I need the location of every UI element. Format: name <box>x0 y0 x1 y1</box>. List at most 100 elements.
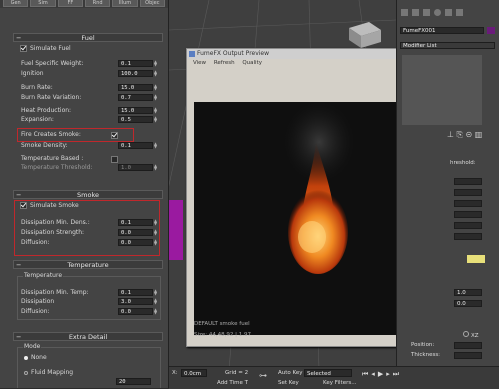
key-mode-icon[interactable]: ⊶ <box>259 371 273 381</box>
dissipation-strength-field[interactable]: 0.0 <box>118 229 153 236</box>
dissipation-field[interactable]: 3.0 <box>118 298 153 305</box>
spinner-icon[interactable]: ▲ ▼ <box>154 219 159 226</box>
coord-x-label: X: <box>172 370 178 376</box>
spinner-icon[interactable]: ▲ ▼ <box>154 107 159 114</box>
object-color-swatch[interactable] <box>487 27 495 34</box>
param-field-5[interactable] <box>454 222 482 229</box>
stack-tool-icons[interactable]: ⊥ ⎘ ⊝ ▥ <box>447 130 482 140</box>
spinner-icon[interactable]: ▲ ▼ <box>154 70 159 77</box>
selected-dropdown[interactable]: Selected <box>304 369 352 377</box>
motion-tab-icon[interactable] <box>434 9 441 16</box>
tab-rnd[interactable]: Rnd <box>84 0 111 7</box>
coord-x-field[interactable]: 0.0cm <box>181 369 207 377</box>
playback-controls[interactable]: ⏮◂▶▸⏭ <box>362 370 402 379</box>
simulate-fuel-label: Simulate Fuel <box>30 45 71 52</box>
spinner-icon[interactable]: ▲ ▼ <box>154 84 159 91</box>
tab-ff[interactable]: FF <box>57 0 83 7</box>
tab-illum[interactable]: Illum <box>112 0 138 7</box>
fire-creates-smoke-row: Fire Creates Smoke: <box>21 131 161 139</box>
iterations-field[interactable]: 20 <box>116 378 151 385</box>
modify-tab-icon[interactable] <box>412 9 419 16</box>
param-field-4[interactable] <box>454 211 482 218</box>
expansion-row: Expansion: 0.5 ▲ ▼ <box>21 116 161 124</box>
burn-rate-variation-field[interactable]: 0.7 <box>118 94 153 101</box>
mode-fluid-mapping-radio[interactable]: Fluid Mapping <box>24 369 164 377</box>
param-field-6[interactable] <box>454 233 482 240</box>
dissipation-strength-label: Dissipation Strength: <box>21 229 85 236</box>
set-key-button[interactable]: Set Key <box>278 380 299 386</box>
dissipation-min-dens-field[interactable]: 0.1 <box>118 219 153 226</box>
param-field-1[interactable] <box>454 178 482 185</box>
menu-refresh[interactable]: Refresh <box>214 60 235 66</box>
collapse-icon: − <box>16 261 22 269</box>
menu-quality[interactable]: Quality <box>242 60 262 66</box>
grid-label: Grid = 2 <box>225 370 249 376</box>
modifier-list-dropdown[interactable]: Modifier List <box>400 42 495 49</box>
tab-sim[interactable]: Sim <box>30 0 56 7</box>
fuel-specific-weight-field[interactable]: 0.1 <box>118 60 153 67</box>
collapse-icon: − <box>16 191 22 199</box>
param-value-2[interactable]: 0.0 <box>454 300 482 307</box>
mode-group-label: Mode <box>23 343 42 351</box>
smoke-diffusion-field[interactable]: 0.0 <box>118 239 153 246</box>
display-tab-icon[interactable] <box>445 9 452 16</box>
hierarchy-tab-icon[interactable] <box>423 9 430 16</box>
add-time-tag-button[interactable]: Add Time T <box>217 380 248 386</box>
utilities-tab-icon[interactable] <box>456 9 463 16</box>
fuel-rollout-header[interactable]: − Fuel <box>13 33 163 42</box>
tab-objects[interactable]: Objec <box>139 0 165 7</box>
smoke-rollout-header[interactable]: − Smoke <box>13 190 163 199</box>
simulate-fuel-checkbox[interactable]: Simulate Fuel <box>20 45 160 53</box>
param-field-3[interactable] <box>454 200 482 207</box>
command-panel-tabs <box>401 9 463 16</box>
color-swatch-yellow[interactable] <box>467 255 485 263</box>
spinner-icon[interactable]: ▲ ▼ <box>154 94 159 101</box>
position-label: Position: <box>411 342 435 348</box>
spinner-icon[interactable]: ▲ ▼ <box>154 308 159 315</box>
dissipation-min-temp-field[interactable]: 0.1 <box>118 289 153 296</box>
modifier-list-label: Modifier List <box>403 43 437 49</box>
param-field-2[interactable] <box>454 189 482 196</box>
thickness-field[interactable] <box>454 352 482 359</box>
param-value-1[interactable]: 1.0 <box>454 289 482 296</box>
mode-fluid-mapping-label: Fluid Mapping <box>31 369 74 376</box>
spinner-icon[interactable]: ▲ ▼ <box>154 229 159 236</box>
expansion-field[interactable]: 0.5 <box>118 116 153 123</box>
smoke-density-field[interactable]: 0.1 <box>118 142 153 149</box>
object-name-field[interactable]: FumeFX001 <box>400 27 484 34</box>
collapse-icon: − <box>16 34 22 42</box>
menu-view[interactable]: View <box>193 60 206 66</box>
position-field[interactable] <box>454 342 482 349</box>
burn-rate-variation-label: Burn Rate Variation: <box>21 94 82 101</box>
temperature-based-checkbox[interactable] <box>111 156 118 163</box>
burn-rate-row: Burn Rate: 15.0 ▲ ▼ <box>21 84 161 92</box>
key-filters-button[interactable]: Key Filters... <box>323 380 356 386</box>
mode-none-radio[interactable]: None <box>24 354 164 362</box>
create-tab-icon[interactable] <box>401 9 408 16</box>
ignition-field[interactable]: 100.0 <box>118 70 153 77</box>
smoke-density-label: Smoke Density: <box>21 142 68 149</box>
temperature-diffusion-field[interactable]: 0.0 <box>118 308 153 315</box>
spinner-icon[interactable]: ▲ ▼ <box>154 164 159 171</box>
fumefx-rollout-panel: Gen Sim FF Rnd Illum Objec − Fuel Simula… <box>0 0 169 388</box>
modifier-stack[interactable] <box>402 55 482 125</box>
spinner-icon[interactable]: ▲ ▼ <box>154 298 159 305</box>
temperature-rollout-header[interactable]: − Temperature <box>13 260 163 269</box>
spinner-icon[interactable]: ▲ ▼ <box>154 60 159 67</box>
auto-key-button[interactable]: Auto Key <box>278 370 303 376</box>
heat-production-field[interactable]: 15.0 <box>118 107 153 114</box>
spinner-icon[interactable]: ▲ ▼ <box>154 239 159 246</box>
temperature-threshold-field[interactable]: 1.0 <box>118 164 153 171</box>
extra-detail-rollout-header[interactable]: − Extra Detail <box>13 332 163 341</box>
radio-icon <box>24 370 28 375</box>
iterations-row: 20 <box>21 378 161 386</box>
simulate-smoke-label: Simulate Smoke <box>30 202 79 209</box>
burn-rate-field[interactable]: 15.0 <box>118 84 153 91</box>
spinner-icon[interactable]: ▲ ▼ <box>154 116 159 123</box>
simulate-smoke-checkbox[interactable]: Simulate Smoke <box>20 202 160 210</box>
tab-gen[interactable]: Gen <box>3 0 29 7</box>
xz-radio[interactable]: XZ <box>463 331 479 339</box>
spinner-icon[interactable]: ▲ ▼ <box>154 142 159 149</box>
fire-creates-smoke-checkbox[interactable] <box>111 132 118 139</box>
spinner-icon[interactable]: ▲ ▼ <box>154 289 159 296</box>
